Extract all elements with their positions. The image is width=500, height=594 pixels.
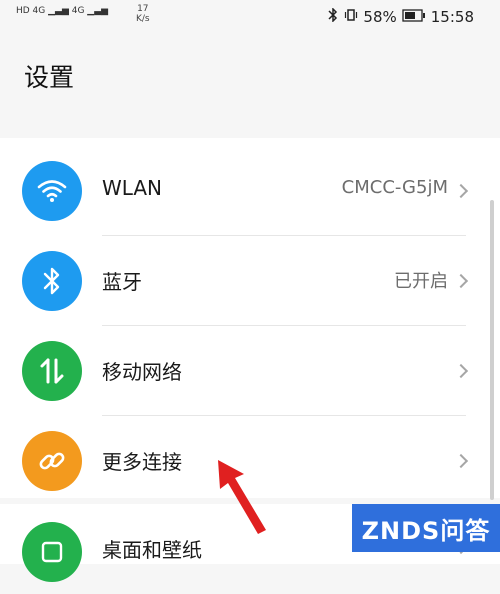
- signal-indicators: HD 4G ▁▃▅ 4G ▁▃▅: [16, 6, 108, 16]
- vibrate-icon: [344, 8, 358, 26]
- status-right: 58% 15:58: [327, 7, 474, 26]
- more-connections-label: 更多连接: [102, 450, 182, 474]
- bluetooth-icon: [22, 251, 82, 311]
- network-speed: 17 K/s: [136, 4, 150, 24]
- settings-item-mobile-network[interactable]: 移动网络: [0, 326, 500, 416]
- clock: 15:58: [430, 8, 474, 26]
- signal-text: HD 4G ▁▃▅ 4G ▁▃▅: [16, 6, 109, 16]
- mobile-network-label: 移动网络: [102, 360, 182, 384]
- wlan-network-name: CMCC-G5jM: [341, 177, 448, 198]
- page-title: 设置: [24, 63, 75, 92]
- chevron-right-icon: [453, 453, 469, 469]
- watermark-text: ZNDS问答: [361, 516, 491, 545]
- bluetooth-status-icon: [327, 7, 339, 26]
- wallpaper-icon: [22, 522, 82, 582]
- znds-watermark: ZNDS问答: [352, 504, 500, 552]
- scrollbar[interactable]: [490, 200, 494, 500]
- status-bar: HD 4G ▁▃▅ 4G ▁▃▅ 17 K/s 58% 15:58: [0, 0, 500, 36]
- speed-unit: K/s: [136, 14, 150, 24]
- chevron-right-icon: [453, 363, 469, 379]
- settings-item-wlan[interactable]: WLAN CMCC-G5jM: [0, 146, 500, 236]
- link-icon: [22, 431, 82, 491]
- battery-icon: [402, 8, 426, 26]
- desktop-wallpaper-label: 桌面和壁纸: [102, 538, 202, 562]
- chevron-right-icon: [453, 183, 469, 199]
- bluetooth-status: 已开启: [394, 271, 448, 292]
- battery-percent: 58%: [363, 8, 397, 26]
- settings-card: WLAN CMCC-G5jM 蓝牙 已开启 移动网络 更多连接: [0, 138, 500, 498]
- wlan-label: WLAN: [102, 176, 163, 200]
- speed-value: 17: [137, 4, 149, 14]
- pointer-arrow-annotation: [218, 460, 266, 534]
- bluetooth-label: 蓝牙: [102, 270, 142, 294]
- chevron-right-icon: [453, 273, 469, 289]
- mobile-data-icon: [22, 341, 82, 401]
- wifi-icon: [22, 161, 82, 221]
- settings-item-bluetooth[interactable]: 蓝牙 已开启: [0, 236, 500, 326]
